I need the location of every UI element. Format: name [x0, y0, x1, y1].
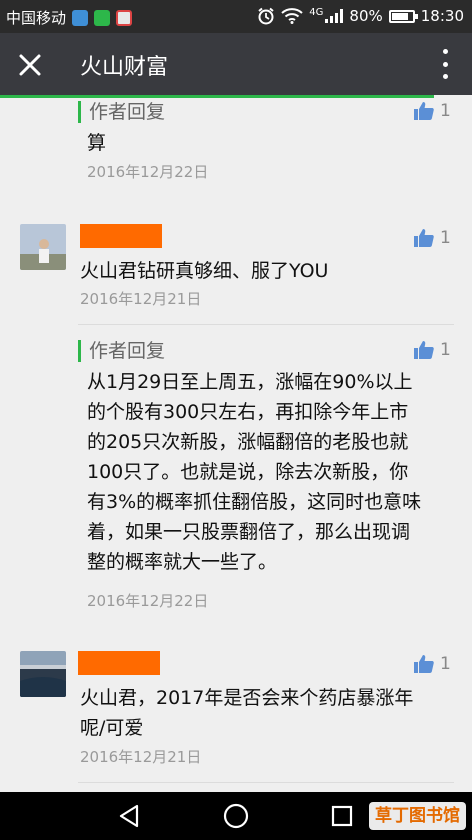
author-reply: 作者回复 [78, 101, 165, 123]
username-redacted [78, 651, 160, 675]
like-count: 1 [440, 654, 451, 674]
thumbs-up-icon [414, 102, 434, 120]
status-bar: 中国移动 4G 80% 18:30 [0, 0, 472, 33]
reply-text-line: 着，如果一只股票翻倍了，那么出现调 [87, 521, 411, 543]
reply-text-line: 有3%的概率抓住翻倍股，这同时也意味 [87, 491, 422, 513]
like-count: 1 [440, 228, 451, 248]
like-button[interactable]: 1 [414, 654, 451, 674]
back-icon[interactable] [115, 801, 145, 831]
reply-date: 2016年12月22日 [87, 163, 209, 181]
carrier-label: 中国移动 [6, 9, 67, 27]
reply-divider [78, 324, 454, 325]
watermark: 草丁图书馆 [369, 802, 466, 830]
comment-list[interactable]: 作者回复 1 算 2016年12月22日 1 火山君钻研真够细、服了YOU 20… [0, 98, 472, 792]
like-button[interactable]: 1 [414, 101, 451, 121]
avatar[interactable] [20, 224, 66, 270]
reply-text: 算 [87, 132, 107, 154]
avatar[interactable] [20, 651, 66, 697]
battery-percent: 80% [349, 7, 383, 25]
reply-date: 2016年12月22日 [87, 592, 209, 610]
home-icon[interactable] [221, 801, 251, 831]
comment-text: 火山君钻研真够细、服了YOU [80, 260, 329, 282]
like-button[interactable]: 1 [414, 340, 451, 360]
like-button[interactable]: 1 [414, 228, 451, 248]
battery-icon [388, 9, 418, 23]
navigation-bar: 草丁图书馆 [0, 792, 472, 840]
comment-date: 2016年12月21日 [80, 290, 202, 308]
network-type-label: 4G [309, 6, 324, 18]
clock: 18:30 [420, 7, 464, 25]
reply-text-line: 整的概率就大一些了。 [87, 551, 278, 573]
thumbs-up-icon [414, 655, 434, 673]
signal-icon [325, 9, 344, 23]
wechat-notification-icon [94, 9, 111, 26]
title-bar: 火山财富 [0, 33, 472, 95]
like-count: 1 [440, 101, 451, 121]
comment-divider [78, 782, 454, 783]
reply-text-line: 100只了。也就是说，除去次新股，你 [87, 461, 409, 483]
more-options-icon[interactable] [440, 49, 450, 79]
comment-date: 2016年12月21日 [80, 748, 202, 766]
author-reply-label: 作者回复 [78, 340, 165, 362]
thumbs-up-icon [414, 341, 434, 359]
app-notification-icon [72, 9, 89, 26]
message-notification-icon [116, 9, 133, 26]
close-icon[interactable] [14, 49, 46, 81]
reply-text-line: 的205只次新股，涨幅翻倍的老股也就 [87, 431, 409, 453]
page-title: 火山财富 [80, 55, 169, 80]
username-redacted [80, 224, 162, 248]
author-reply-label: 作者回复 [78, 101, 165, 123]
comment-text-line: 火山君，2017年是否会来个药店暴涨年 [80, 687, 414, 709]
reply-text: 从1月29日至上周五，涨幅在90%以上 的个股有300只左右，再扣除今年上市 的… [87, 367, 459, 577]
reply-text-line: 从1月29日至上周五，涨幅在90%以上 [87, 371, 413, 393]
comment-text-line: 呢/可爱 [80, 717, 144, 739]
author-reply: 作者回复 [78, 340, 165, 362]
reply-text-line: 的个股有300只左右，再扣除今年上市 [87, 401, 409, 423]
like-count: 1 [440, 340, 451, 360]
alarm-icon [258, 7, 274, 25]
recent-apps-icon[interactable] [327, 801, 357, 831]
wifi-icon [281, 8, 303, 24]
comment-text: 火山君，2017年是否会来个药店暴涨年 呢/可爱 [80, 683, 456, 743]
thumbs-up-icon [414, 229, 434, 247]
